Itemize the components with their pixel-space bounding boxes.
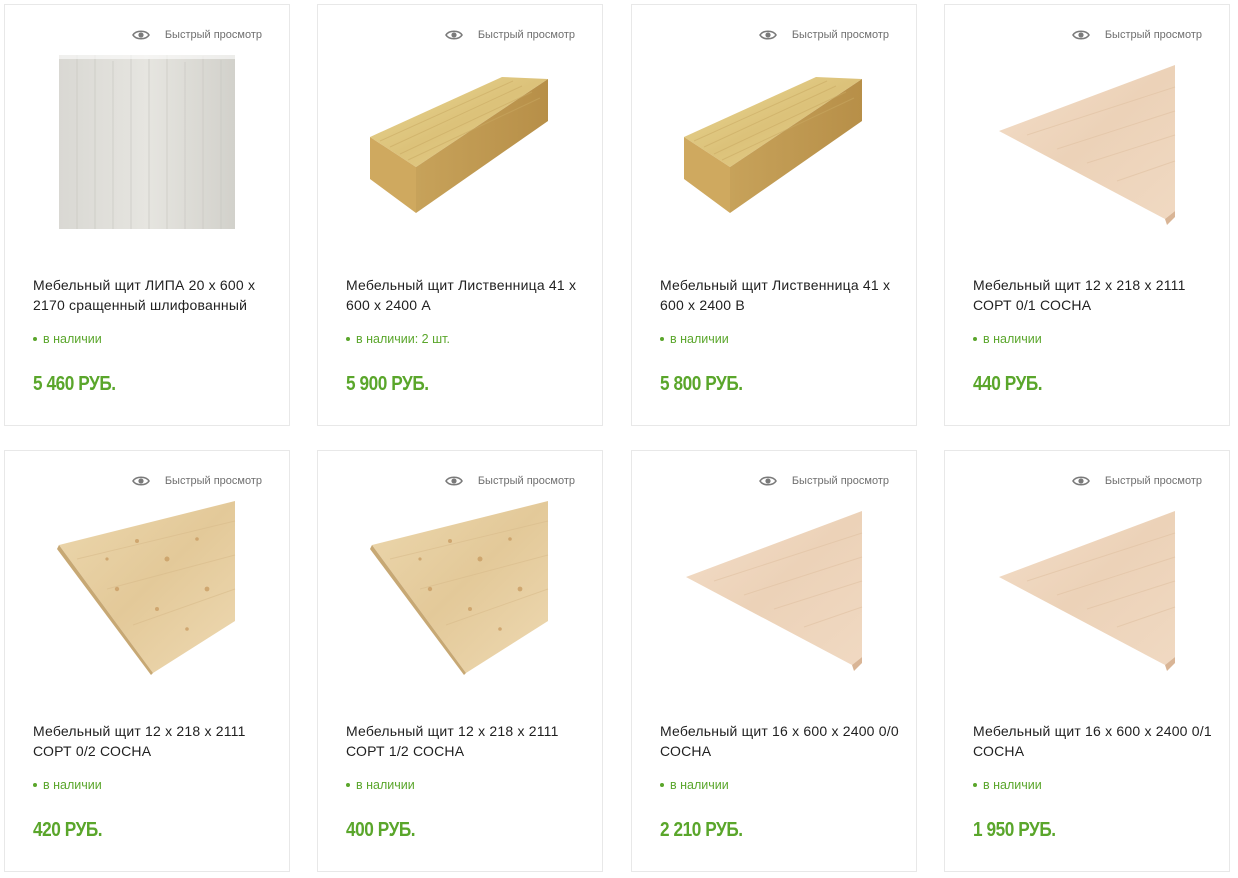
quick-view-button[interactable]: Быстрый просмотр bbox=[444, 475, 575, 487]
status-dot bbox=[346, 783, 350, 787]
stock-status: в наличии bbox=[33, 778, 102, 792]
product-card[interactable]: Быстрый просмотр Мебельный щит 12 х 218 … bbox=[317, 450, 603, 872]
product-card[interactable]: Быстрый просмотр Мебельный щит 12 х 218 … bbox=[944, 4, 1230, 426]
stock-text: в наличии bbox=[43, 332, 102, 346]
product-price: 5 900 РУБ. bbox=[346, 373, 429, 395]
eye-icon bbox=[131, 30, 150, 40]
stock-text: в наличии bbox=[670, 778, 729, 792]
quick-view-button[interactable]: Быстрый просмотр bbox=[1071, 29, 1202, 41]
product-image[interactable] bbox=[674, 499, 864, 681]
product-title[interactable]: Мебельный щит 12 х 218 х 2111 СОРТ 1/2 С… bbox=[346, 721, 586, 761]
product-title[interactable]: Мебельный щит 12 х 218 х 2111 СОРТ 0/2 С… bbox=[33, 721, 273, 761]
stock-text: в наличии: 2 шт. bbox=[356, 332, 450, 346]
quick-view-label: Быстрый просмотр bbox=[477, 29, 575, 41]
status-dot bbox=[33, 337, 37, 341]
product-card[interactable]: Быстрый просмотр Мебельный щит ЛИПА 20 х… bbox=[4, 4, 290, 426]
quick-view-button[interactable]: Быстрый просмотр bbox=[1071, 475, 1202, 487]
quick-view-button[interactable]: Быстрый просмотр bbox=[758, 475, 889, 487]
quick-view-label: Быстрый просмотр bbox=[1104, 29, 1202, 41]
status-dot bbox=[973, 783, 977, 787]
eye-icon bbox=[758, 476, 777, 486]
product-image[interactable] bbox=[360, 53, 550, 235]
product-title[interactable]: Мебельный щит ЛИПА 20 х 600 х 2170 сраще… bbox=[33, 275, 273, 315]
product-title[interactable]: Мебельный щит Лиственница 41 х 600 х 240… bbox=[346, 275, 586, 315]
status-dot bbox=[660, 783, 664, 787]
quick-view-label: Быстрый просмотр bbox=[791, 29, 889, 41]
quick-view-label: Быстрый просмотр bbox=[791, 475, 889, 487]
eye-icon bbox=[444, 476, 463, 486]
quick-view-label: Быстрый просмотр bbox=[164, 475, 262, 487]
product-image[interactable] bbox=[47, 499, 237, 681]
eye-icon bbox=[444, 30, 463, 40]
product-price: 400 РУБ. bbox=[346, 819, 416, 841]
product-grid: Быстрый просмотр Мебельный щит ЛИПА 20 х… bbox=[0, 0, 1238, 878]
status-dot bbox=[660, 337, 664, 341]
product-image[interactable] bbox=[47, 53, 237, 235]
stock-status: в наличии bbox=[660, 332, 729, 346]
quick-view-button[interactable]: Быстрый просмотр bbox=[758, 29, 889, 41]
product-price: 2 210 РУБ. bbox=[660, 819, 743, 841]
product-image[interactable] bbox=[360, 499, 550, 681]
quick-view-button[interactable]: Быстрый просмотр bbox=[131, 475, 262, 487]
eye-icon bbox=[1071, 476, 1090, 486]
stock-status: в наличии bbox=[973, 332, 1042, 346]
product-title[interactable]: Мебельный щит 16 х 600 х 2400 0/0 СОСНА bbox=[660, 721, 900, 761]
product-price: 440 РУБ. bbox=[973, 373, 1043, 395]
product-image[interactable] bbox=[987, 499, 1177, 681]
quick-view-label: Быстрый просмотр bbox=[1104, 475, 1202, 487]
product-price: 1 950 РУБ. bbox=[973, 819, 1056, 841]
product-card[interactable]: Быстрый просмотр Мебельный щит 16 х 600 … bbox=[944, 450, 1230, 872]
product-title[interactable]: Мебельный щит 16 х 600 х 2400 0/1 СОСНА bbox=[973, 721, 1213, 761]
stock-status: в наличии bbox=[660, 778, 729, 792]
product-image[interactable] bbox=[987, 53, 1177, 235]
stock-text: в наличии bbox=[43, 778, 102, 792]
quick-view-label: Быстрый просмотр bbox=[477, 475, 575, 487]
stock-text: в наличии bbox=[983, 778, 1042, 792]
status-dot bbox=[973, 337, 977, 341]
product-card[interactable]: Быстрый просмотр Мебельный щит 12 х 218 … bbox=[4, 450, 290, 872]
stock-text: в наличии bbox=[356, 778, 415, 792]
stock-status: в наличии bbox=[346, 778, 415, 792]
product-card[interactable]: Быстрый просмотр Мебельный щит 16 х 600 … bbox=[631, 450, 917, 872]
product-image[interactable] bbox=[674, 53, 864, 235]
stock-status: в наличии bbox=[973, 778, 1042, 792]
eye-icon bbox=[131, 476, 150, 486]
stock-text: в наличии bbox=[983, 332, 1042, 346]
product-card[interactable]: Быстрый просмотр Мебельный щит Лиственни… bbox=[317, 4, 603, 426]
quick-view-label: Быстрый просмотр bbox=[164, 29, 262, 41]
quick-view-button[interactable]: Быстрый просмотр bbox=[131, 29, 262, 41]
eye-icon bbox=[758, 30, 777, 40]
stock-status: в наличии bbox=[33, 332, 102, 346]
product-price: 420 РУБ. bbox=[33, 819, 103, 841]
quick-view-button[interactable]: Быстрый просмотр bbox=[444, 29, 575, 41]
product-title[interactable]: Мебельный щит Лиственница 41 х 600 х 240… bbox=[660, 275, 900, 315]
product-price: 5 800 РУБ. bbox=[660, 373, 743, 395]
status-dot bbox=[346, 337, 350, 341]
product-card[interactable]: Быстрый просмотр Мебельный щит Лиственни… bbox=[631, 4, 917, 426]
eye-icon bbox=[1071, 30, 1090, 40]
stock-status: в наличии: 2 шт. bbox=[346, 332, 450, 346]
status-dot bbox=[33, 783, 37, 787]
product-price: 5 460 РУБ. bbox=[33, 373, 116, 395]
stock-text: в наличии bbox=[670, 332, 729, 346]
product-title[interactable]: Мебельный щит 12 х 218 х 2111 СОРТ 0/1 С… bbox=[973, 275, 1213, 315]
